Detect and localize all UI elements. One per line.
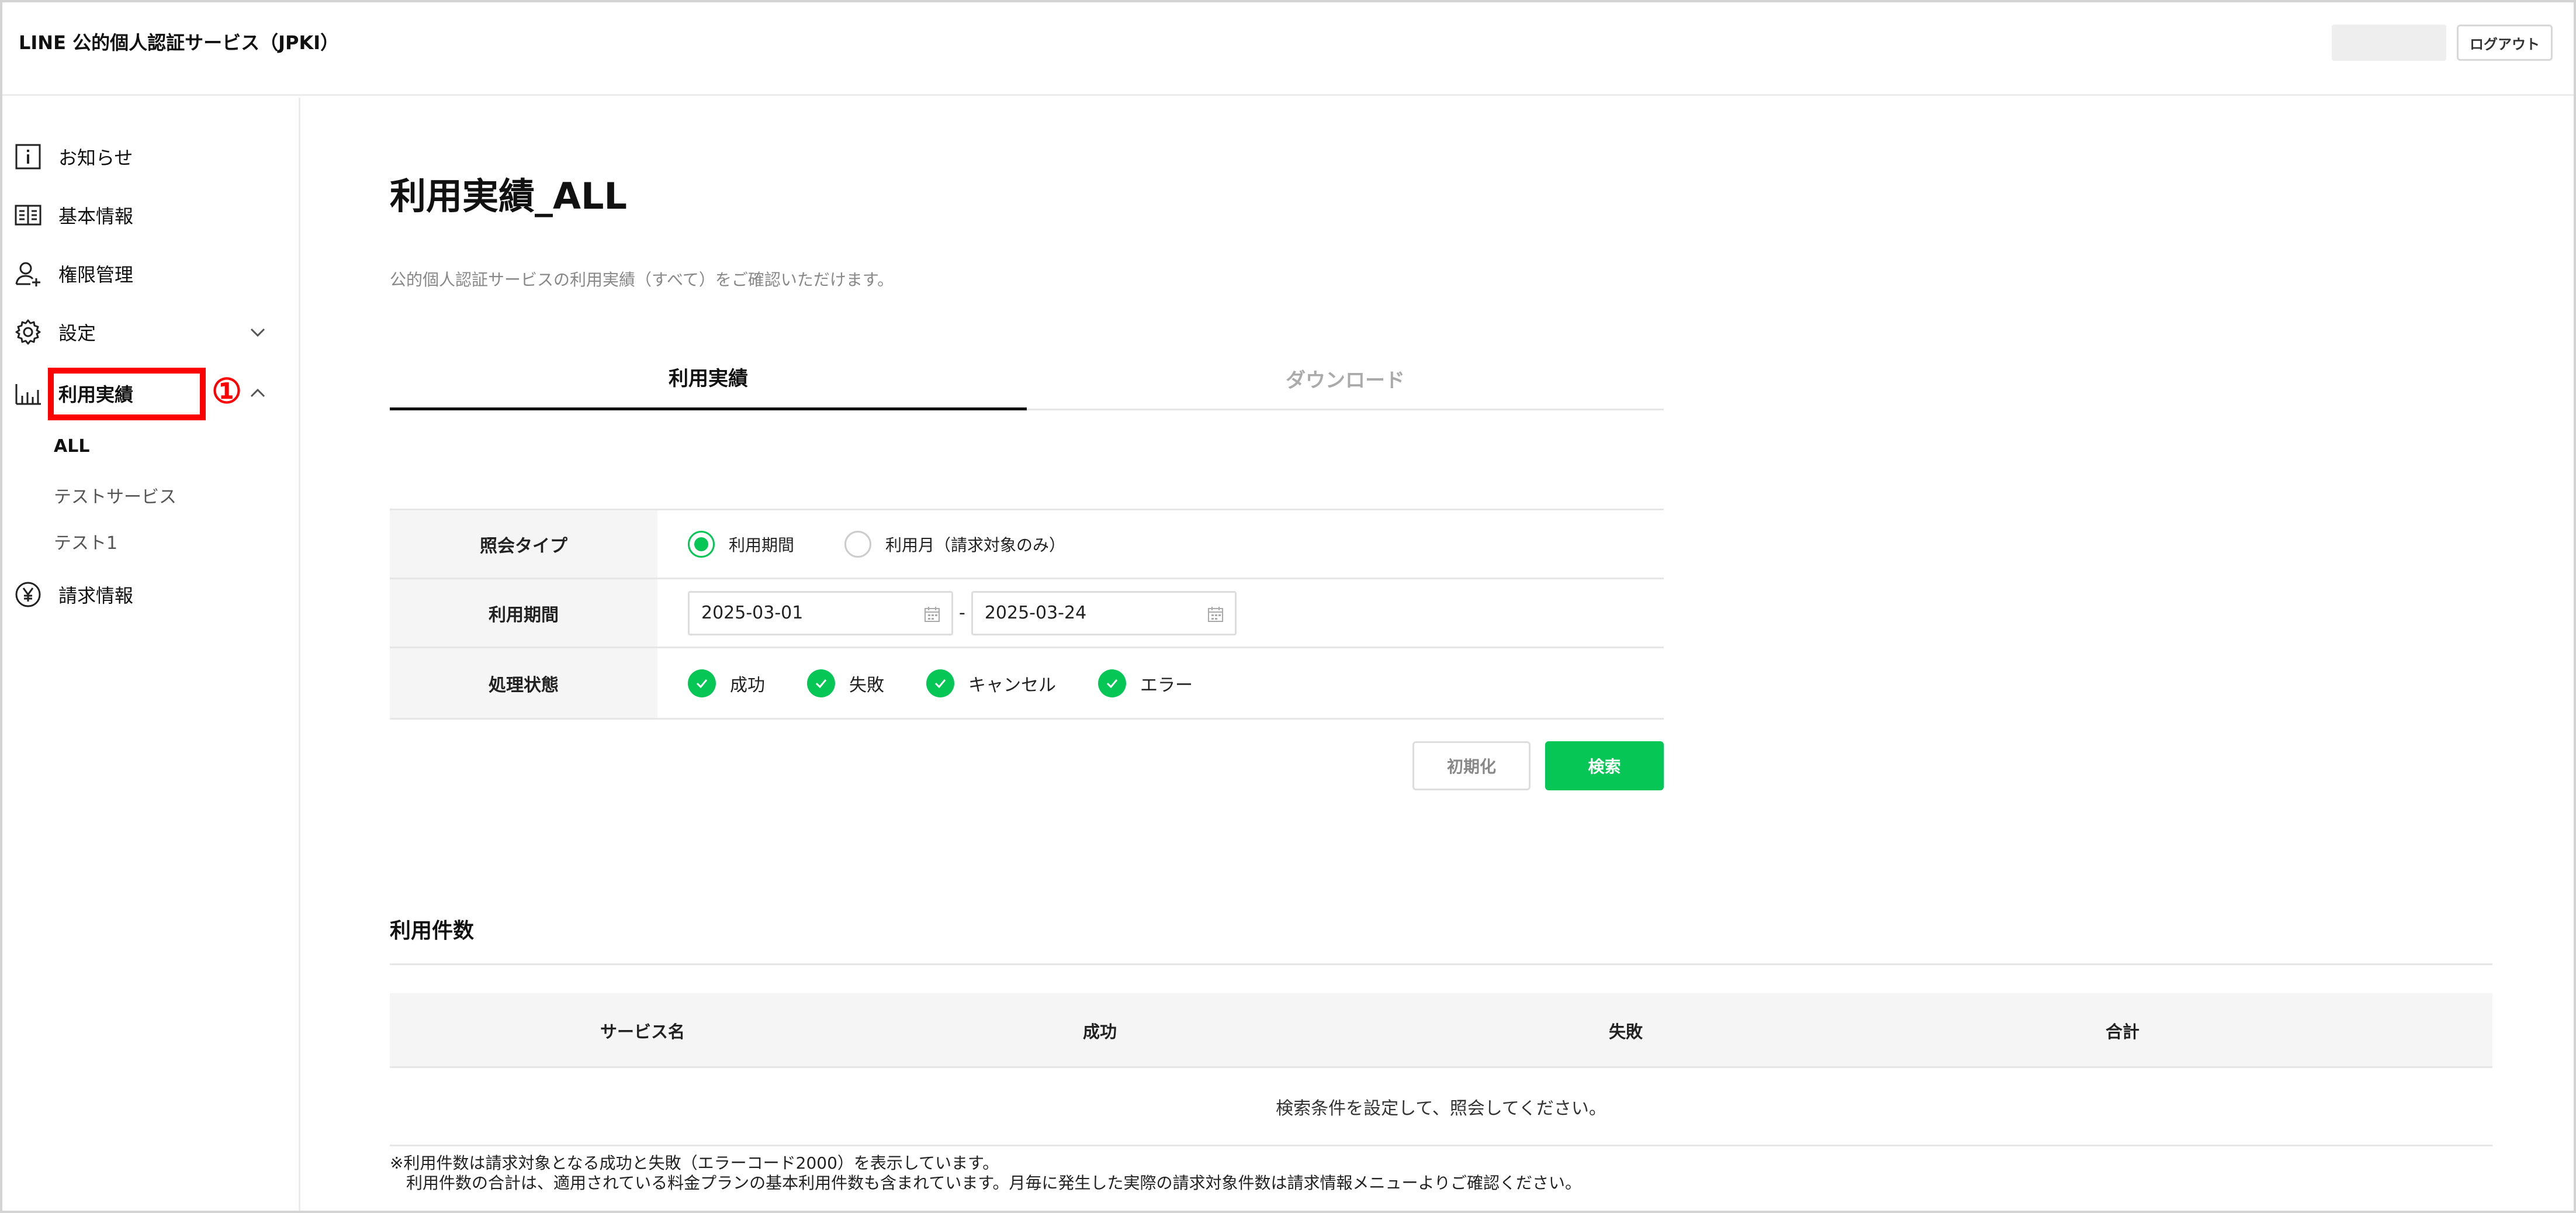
radio-button	[844, 530, 872, 558]
tab-bar: 利用実績 ダウンロード	[390, 346, 1664, 410]
header: LINE 公的個人認証サービス（JPKI） ログアウト	[2, 2, 2574, 96]
sidebar-item-label: 権限管理	[58, 264, 134, 286]
bar-chart-icon	[13, 378, 43, 409]
highlight-box	[48, 368, 206, 420]
usage-table: サービス名 成功 失敗 合計 検索条件を設定して、照会してください。	[390, 993, 2492, 1146]
yen-icon	[13, 579, 43, 610]
column-header: サービス名	[600, 1022, 685, 1042]
sidebar-subitem-test-service[interactable]: テストサービス	[54, 482, 176, 508]
footnote: ※利用件数は請求対象となる成功と失敗（エラーコード2000）を表示しています。 …	[390, 1153, 1581, 1193]
column-header: 失敗	[1608, 1022, 1643, 1042]
table-empty-row: 検索条件を設定して、照会してください。	[390, 1068, 2492, 1146]
sidebar-item-billing[interactable]: 請求情報	[13, 574, 288, 615]
column-header: 合計	[2105, 1022, 2139, 1042]
user-name-box	[2332, 25, 2446, 61]
form-label: 利用期間	[390, 579, 657, 647]
checkbox-error[interactable]: エラー	[1098, 669, 1193, 697]
form-row-type: 照会タイプ 利用期間 利用月（請求対象のみ）	[390, 510, 1664, 579]
checkbox-label: エラー	[1140, 675, 1193, 696]
form-value: 利用期間 利用月（請求対象のみ）	[657, 510, 1664, 578]
tab-download[interactable]: ダウンロード	[1027, 346, 1664, 410]
calendar-icon[interactable]	[1207, 606, 1224, 623]
check-icon	[807, 669, 835, 697]
user-add-icon	[13, 258, 43, 289]
page-title: 利用実績_ALL	[390, 175, 627, 217]
callout-number: ①	[212, 371, 242, 411]
radio-label: 利用期間	[729, 535, 795, 555]
sidebar-item-label: 請求情報	[58, 585, 134, 607]
reset-button[interactable]: 初期化	[1412, 741, 1531, 790]
footnote-line: 利用件数の合計は、適用されている料金プランの基本利用件数も含まれています。月毎に…	[406, 1173, 1581, 1193]
sidebar-item-permissions[interactable]: 権限管理	[13, 253, 288, 294]
chevron-down-icon	[250, 328, 265, 337]
form-value: 成功 失敗 キャンセル エラー	[657, 648, 1664, 718]
tab-usage[interactable]: 利用実績	[390, 346, 1027, 410]
search-form: 照会タイプ 利用期間 利用月（請求対象のみ） 利用期間 2025-03-01 -…	[390, 509, 1664, 720]
checkbox-cancel[interactable]: キャンセル	[926, 669, 1056, 697]
checkbox-label: 失敗	[849, 675, 884, 696]
checkbox-failure[interactable]: 失敗	[807, 669, 884, 697]
radio-period[interactable]: 利用期間	[688, 530, 795, 558]
sidebar-item-basic-info[interactable]: 基本情報	[13, 195, 288, 236]
calendar-icon[interactable]	[923, 606, 941, 623]
date-from-input[interactable]: 2025-03-01	[688, 590, 953, 635]
form-row-period: 利用期間 2025-03-01 - 2025-03-24	[390, 579, 1664, 648]
checkbox-label: キャンセル	[968, 675, 1056, 696]
book-icon	[13, 200, 43, 230]
empty-message: 検索条件を設定して、照会してください。	[1276, 1098, 1606, 1119]
check-icon	[926, 669, 954, 697]
checkbox-label: 成功	[730, 675, 765, 696]
divider	[390, 963, 2492, 965]
date-to-input[interactable]: 2025-03-24	[971, 590, 1237, 635]
date-separator: -	[959, 603, 965, 623]
form-label: 照会タイプ	[390, 510, 657, 578]
check-icon	[688, 669, 716, 697]
sidebar: お知らせ 基本情報 権限管理 設定 利用実績 ALL テストサービス テスト1 …	[2, 98, 300, 1211]
chevron-up-icon	[250, 388, 265, 398]
sidebar-subitem-all[interactable]: ALL	[54, 436, 89, 457]
form-value: 2025-03-01 - 2025-03-24	[657, 579, 1664, 647]
sidebar-item-settings[interactable]: 設定	[13, 312, 288, 353]
radio-month[interactable]: 利用月（請求対象のみ）	[844, 530, 1066, 558]
radio-button-selected	[688, 530, 715, 558]
gear-icon	[13, 317, 43, 347]
app-title: LINE 公的個人認証サービス（JPKI）	[19, 32, 340, 54]
sidebar-item-label: 設定	[58, 322, 96, 344]
page-description: 公的個人認証サービスの利用実績（すべて）をご確認いただけます。	[390, 270, 894, 289]
sidebar-item-label: お知らせ	[58, 147, 133, 169]
section-title: 利用件数	[390, 919, 475, 943]
form-row-status: 処理状態 成功 失敗 キャンセル エラー	[390, 648, 1664, 720]
date-to-value: 2025-03-24	[984, 603, 1087, 623]
logout-button[interactable]: ログアウト	[2457, 25, 2553, 61]
checkbox-success[interactable]: 成功	[688, 669, 765, 697]
column-header: 成功	[1082, 1022, 1117, 1042]
form-label: 処理状態	[390, 648, 657, 718]
table-header: サービス名 成功 失敗 合計	[390, 993, 2492, 1068]
sidebar-item-label: 基本情報	[58, 205, 134, 227]
date-from-value: 2025-03-01	[701, 603, 804, 623]
radio-label: 利用月（請求対象のみ）	[885, 535, 1066, 555]
footnote-line: ※利用件数は請求対象となる成功と失敗（エラーコード2000）を表示しています。	[390, 1153, 999, 1173]
sidebar-item-notice[interactable]: お知らせ	[13, 136, 288, 177]
sidebar-subitem-test1[interactable]: テスト1	[54, 528, 117, 554]
search-button[interactable]: 検索	[1545, 741, 1664, 790]
check-icon	[1098, 669, 1126, 697]
info-icon	[13, 141, 43, 172]
